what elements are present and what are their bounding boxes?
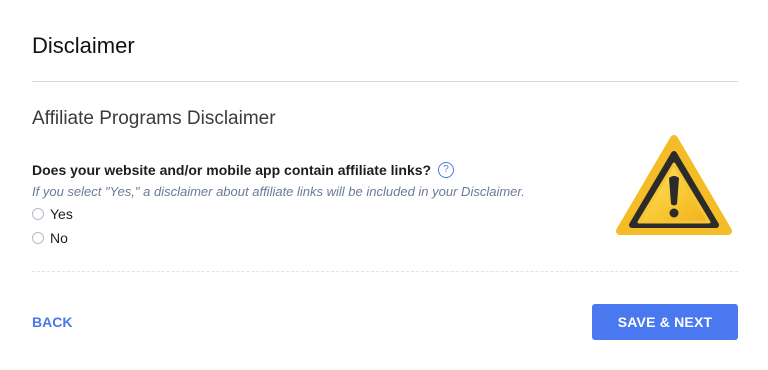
section-title: Affiliate Programs Disclaimer: [32, 108, 276, 129]
back-button[interactable]: BACK: [32, 313, 72, 331]
footer-divider: [32, 271, 738, 272]
affiliate-question-text: Does your website and/or mobile app cont…: [32, 162, 432, 178]
page-title: Disclaimer: [32, 33, 135, 58]
radio-no-circle[interactable]: [32, 232, 44, 244]
radio-no-label: No: [50, 230, 68, 246]
radio-yes-circle[interactable]: [32, 208, 44, 220]
radio-yes-label: Yes: [50, 206, 73, 222]
warning-triangle-icon: [616, 135, 732, 235]
affiliate-question: Does your website and/or mobile app cont…: [32, 160, 455, 180]
affiliate-hint: If you select "Yes," a disclaimer about …: [32, 184, 525, 199]
help-icon[interactable]: ?: [438, 162, 455, 178]
title-divider: [32, 81, 738, 82]
radio-option-yes[interactable]: Yes: [32, 205, 73, 223]
radio-option-no[interactable]: No: [32, 229, 68, 247]
save-and-next-button[interactable]: SAVE & NEXT: [592, 304, 738, 340]
